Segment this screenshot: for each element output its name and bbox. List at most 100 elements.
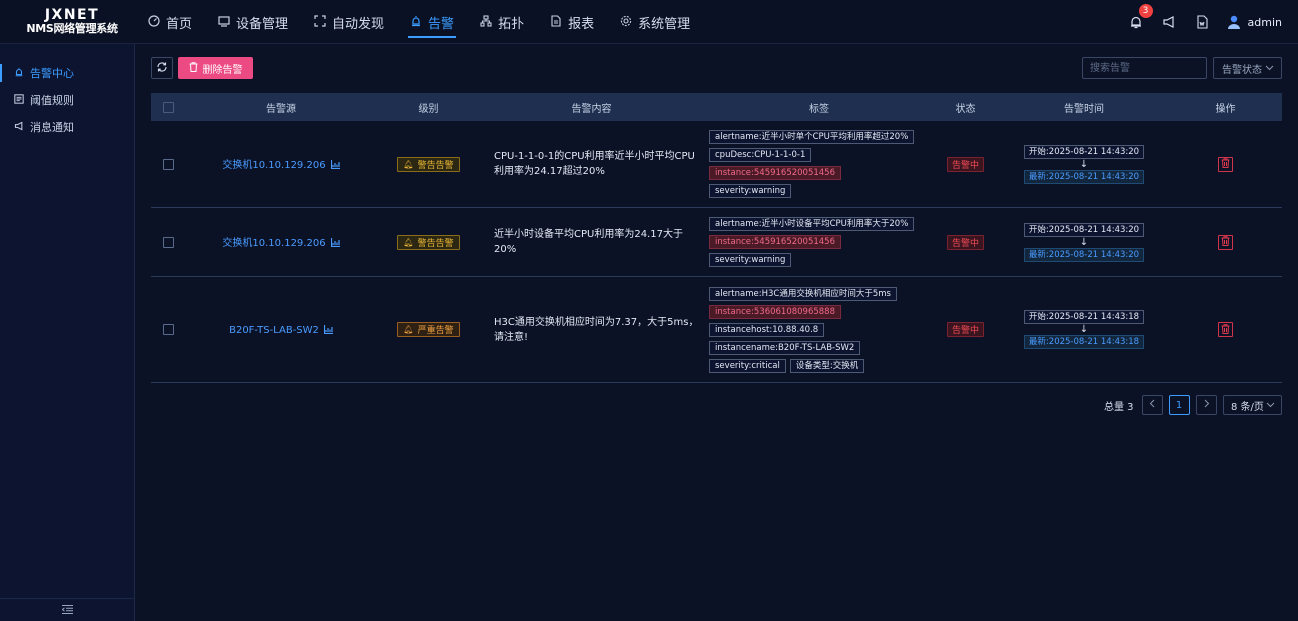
label-tag: severity:warning bbox=[709, 184, 792, 198]
top-navbar: JXNET NMS网络管理系统 首页 设备管理 自动发现 告警 拓扑 报表 系统… bbox=[0, 0, 1298, 44]
arrow-down-icon: ↓ bbox=[1079, 324, 1089, 335]
chart-icon[interactable] bbox=[323, 325, 333, 337]
user-avatar-icon[interactable] bbox=[1226, 14, 1242, 30]
nav-system[interactable]: 系统管理 bbox=[612, 0, 698, 44]
notification-badge: 3 bbox=[1138, 4, 1153, 18]
row-select bbox=[151, 324, 186, 335]
source-link[interactable]: 交换机10.10.129.206 bbox=[222, 238, 340, 250]
latest-time: 最新:2025-08-21 14:43:18 bbox=[1023, 335, 1145, 349]
prev-page-button[interactable] bbox=[1141, 395, 1163, 415]
chevron-left-icon bbox=[1149, 399, 1156, 411]
level-cell: 🔔︎ 警告告警 bbox=[376, 234, 481, 250]
report-icon bbox=[550, 14, 562, 30]
level-label: 警告告警 bbox=[417, 160, 454, 171]
row-select bbox=[151, 236, 186, 248]
search-input[interactable] bbox=[1082, 57, 1207, 79]
tags-cell: alertname:近半小时设备平均CPU利用率大于20% instance:5… bbox=[706, 215, 932, 269]
table-row[interactable]: 交换机10.10.129.206 🔔︎ 警告告警 CPU-1-1-0-1的CPU利… bbox=[151, 121, 1282, 208]
select-all-checkbox[interactable] bbox=[163, 101, 174, 113]
label-tag: alertname:近半小时设备平均CPU利用率大于20% bbox=[709, 217, 915, 231]
nav-topology-label: 拓扑 bbox=[498, 16, 525, 32]
op-cell bbox=[1169, 234, 1282, 250]
document-icon[interactable] bbox=[1193, 13, 1211, 31]
content-cell: CPU-1-1-0-1的CPU利用率近半小时平均CPU利用率为24.17超过20… bbox=[481, 149, 706, 179]
state-cell: 告警中 bbox=[932, 234, 999, 250]
level-badge: 🔔︎ 严重告警 bbox=[397, 322, 460, 337]
trash-icon bbox=[1221, 157, 1230, 171]
row-checkbox[interactable] bbox=[163, 236, 174, 248]
sidebar-item-threshold-rules[interactable]: 阈值规则 bbox=[0, 87, 134, 113]
state-cell: 告警中 bbox=[932, 322, 999, 337]
delete-alarm-button[interactable]: 删除告警 bbox=[178, 57, 253, 79]
start-time: 开始:2025-08-21 14:43:20 bbox=[1023, 144, 1145, 159]
nav-devices[interactable]: 设备管理 bbox=[210, 0, 296, 44]
label-tag: alertname:近半小时单个CPU平均利用率超过20% bbox=[709, 130, 915, 144]
nav-system-label: 系统管理 bbox=[638, 16, 691, 32]
label-tag: 设备类型:交换机 bbox=[789, 358, 865, 373]
header-level: 级别 bbox=[418, 103, 439, 115]
page-size-select[interactable]: 8 条/页 bbox=[1223, 395, 1282, 415]
label-tag: instance:545916520051456 bbox=[709, 235, 841, 249]
chart-icon[interactable] bbox=[330, 238, 340, 250]
refresh-icon bbox=[156, 61, 168, 76]
sidebar-collapse-button[interactable] bbox=[0, 598, 134, 621]
chevron-down-icon bbox=[1266, 400, 1275, 412]
pagination: 总量 3 1 8 条/页 bbox=[1104, 395, 1282, 415]
op-cell bbox=[1169, 322, 1282, 337]
user-name[interactable]: admin bbox=[1248, 16, 1282, 29]
label-tag: instance:536061080965888 bbox=[709, 304, 841, 319]
sidebar-item-alarm-center[interactable]: 告警中心 bbox=[0, 60, 134, 86]
bell-icon: 🔔︎ bbox=[403, 159, 414, 169]
source-cell: 交换机10.10.129.206 bbox=[186, 156, 376, 172]
top-right-tools: 3 admin bbox=[1127, 0, 1298, 44]
nav-topology[interactable]: 拓扑 bbox=[472, 0, 532, 44]
nav-report-label: 报表 bbox=[568, 16, 595, 32]
gear-icon bbox=[620, 15, 632, 30]
bell-icon[interactable]: 3 bbox=[1127, 4, 1153, 31]
header-content: 告警内容 bbox=[571, 103, 612, 115]
delete-row-button[interactable] bbox=[1218, 156, 1233, 172]
latest-time: 最新:2025-08-21 14:43:20 bbox=[1023, 247, 1145, 262]
level-cell: 🔔︎ 警告告警 bbox=[376, 156, 481, 172]
status-badge: 告警中 bbox=[946, 234, 984, 250]
monitor-icon bbox=[218, 15, 230, 30]
nav-home-label: 首页 bbox=[166, 16, 193, 32]
table-row[interactable]: B20F-TS-LAB-SW2 🔔︎ 严重告警 H3C通用交换机相应时间为7.37… bbox=[151, 277, 1282, 383]
source-link[interactable]: B20F-TS-LAB-SW2 bbox=[229, 325, 333, 336]
table-header: 告警源 级别 告警内容 标签 状态 告警时间 操作 bbox=[151, 93, 1282, 121]
level-label: 警告告警 bbox=[417, 238, 454, 249]
source-link[interactable]: 交换机10.10.129.206 bbox=[222, 160, 340, 172]
level-badge: 🔔︎ 警告告警 bbox=[397, 156, 460, 172]
source-name: B20F-TS-LAB-SW2 bbox=[229, 325, 319, 336]
row-checkbox[interactable] bbox=[163, 324, 174, 335]
start-time: 开始:2025-08-21 14:43:20 bbox=[1023, 222, 1145, 237]
nav-discovery[interactable]: 自动发现 bbox=[306, 0, 392, 44]
time-cell: 开始:2025-08-21 14:43:20 ↓ 最新:2025-08-21 1… bbox=[999, 144, 1169, 184]
nav-report[interactable]: 报表 bbox=[542, 0, 602, 44]
megaphone-icon[interactable] bbox=[1160, 13, 1178, 31]
next-page-button[interactable] bbox=[1195, 395, 1217, 415]
chevron-right-icon bbox=[1203, 399, 1210, 411]
label-tag: instance:545916520051456 bbox=[709, 166, 841, 180]
sidebar-item-label: 消息通知 bbox=[30, 121, 74, 134]
table-row[interactable]: 交换机10.10.129.206 🔔︎ 警告告警 近半小时设备平均CPU利用率为2… bbox=[151, 208, 1282, 277]
trash-icon bbox=[1221, 235, 1230, 249]
app-logo[interactable]: JXNET NMS网络管理系统 bbox=[26, 8, 118, 35]
refresh-button[interactable] bbox=[151, 57, 173, 79]
nav-home[interactable]: 首页 bbox=[140, 0, 200, 44]
delete-row-button[interactable] bbox=[1218, 234, 1233, 250]
bell-icon: 🔔︎ bbox=[403, 325, 414, 334]
sidebar-item-notifications[interactable]: 消息通知 bbox=[0, 114, 134, 140]
row-checkbox[interactable] bbox=[163, 158, 174, 170]
latest-time: 最新:2025-08-21 14:43:20 bbox=[1023, 169, 1145, 184]
delete-row-button[interactable] bbox=[1218, 322, 1233, 337]
page-number-button[interactable]: 1 bbox=[1168, 395, 1190, 415]
alarm-status-select[interactable]: 告警状态 bbox=[1213, 57, 1282, 79]
chart-icon[interactable] bbox=[330, 160, 340, 172]
nav-alarm[interactable]: 告警 bbox=[402, 0, 462, 44]
status-badge: 告警中 bbox=[946, 156, 984, 172]
nav-alarm-label: 告警 bbox=[428, 16, 455, 32]
header-state: 状态 bbox=[955, 103, 976, 115]
scan-icon bbox=[314, 14, 326, 30]
level-label: 严重告警 bbox=[417, 326, 454, 336]
